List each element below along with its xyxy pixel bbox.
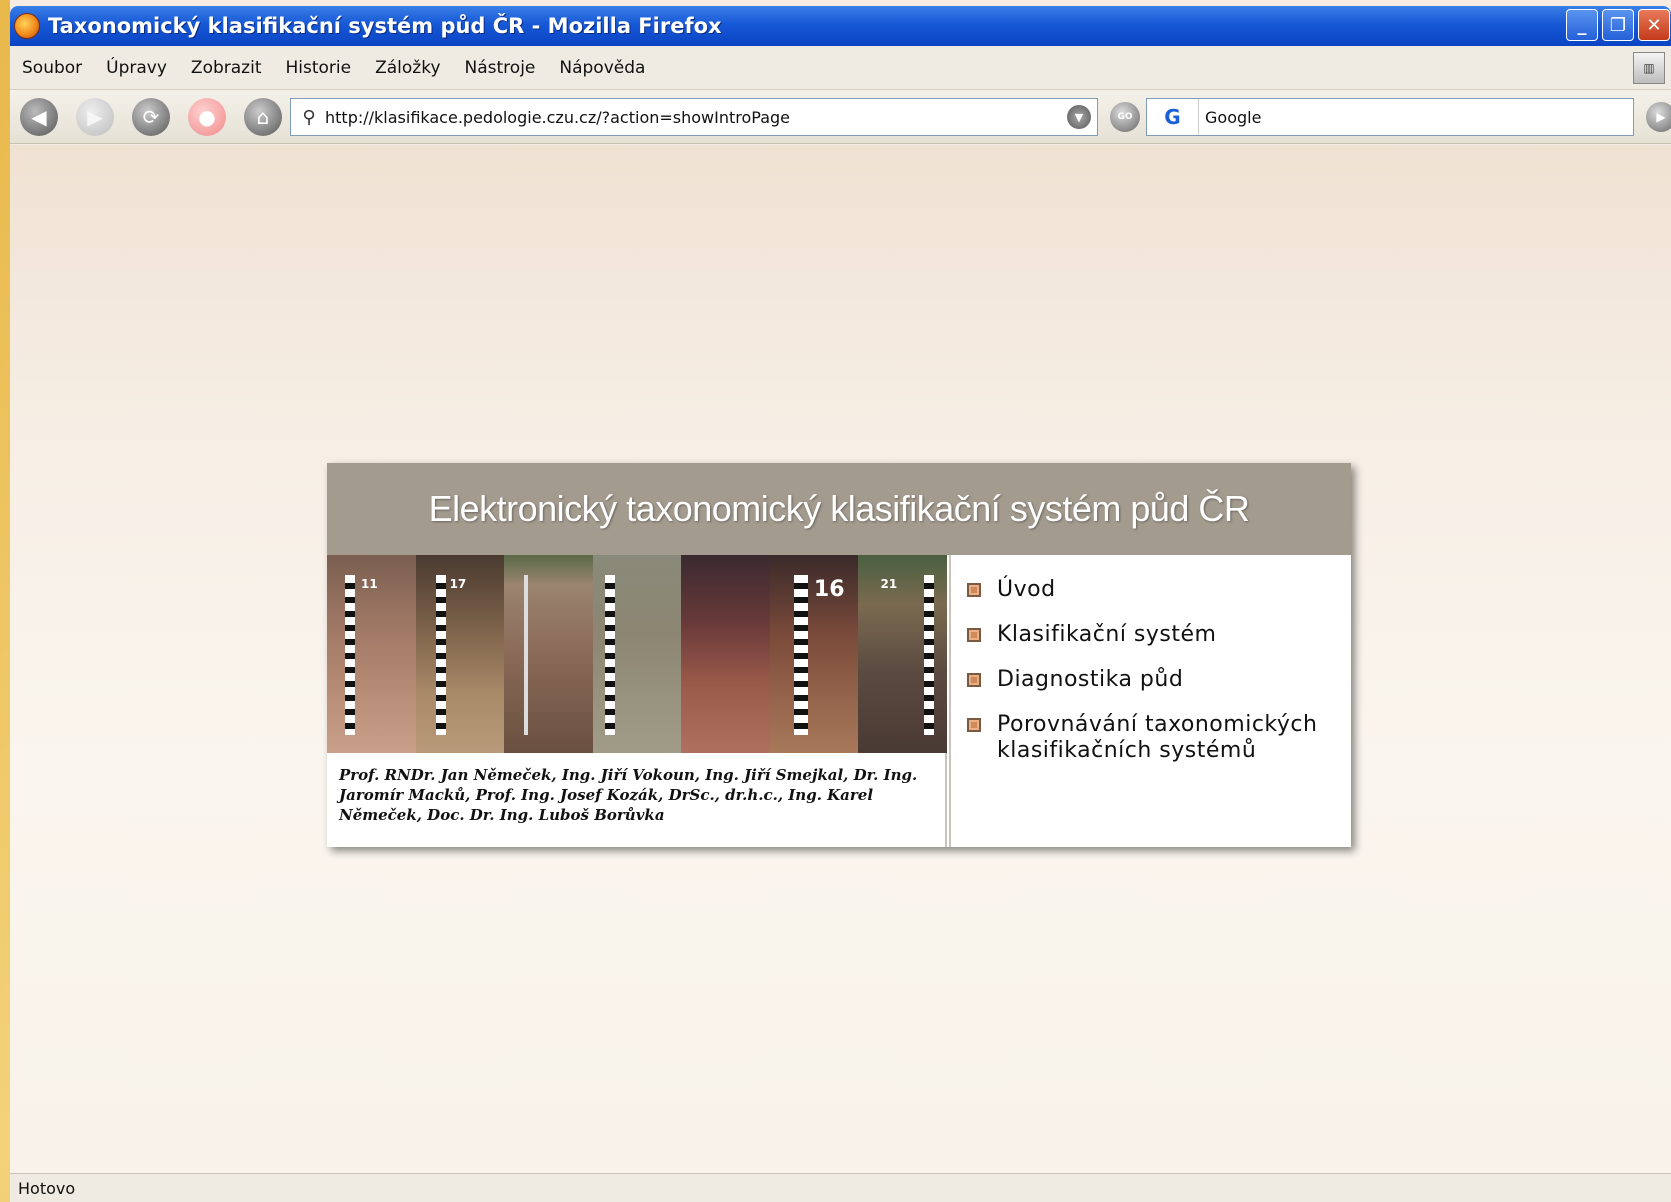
menu-link-klasifikacni-system[interactable]: Klasifikační systém [967, 622, 1351, 648]
soil-profile-photo: 17 [415, 555, 505, 753]
page-title: Elektronický taxonomický klasifikační sy… [428, 488, 1250, 529]
status-text: Hotovo [18, 1178, 76, 1198]
menu-historie[interactable]: Historie [285, 58, 351, 78]
menu-nastroje[interactable]: Nástroje [465, 58, 536, 78]
search-engine-icon[interactable]: G [1147, 99, 1199, 135]
bullet-icon [967, 718, 981, 732]
reload-button[interactable]: ⟳ [132, 98, 170, 136]
menu-zobrazit[interactable]: Zobrazit [191, 58, 262, 78]
menu-link-label[interactable]: Diagnostika půd [997, 667, 1183, 693]
menu-zalozky[interactable]: Záložky [375, 58, 440, 78]
status-bar: Hotovo [10, 1173, 1671, 1202]
soil-profile-photo [504, 555, 593, 753]
soil-profile-number: 11 [361, 577, 378, 591]
menu-soubor[interactable]: Soubor [22, 58, 82, 78]
soil-profile-photo: 16 [769, 555, 859, 753]
home-button[interactable]: ⌂ [244, 98, 282, 136]
search-bar[interactable]: G Google [1146, 98, 1634, 136]
soil-profile-number: 16 [813, 577, 845, 602]
window-title: Taxonomický klasifikační systém půd ČR -… [48, 14, 722, 38]
soil-profile-photo: 11 [327, 555, 416, 753]
menu-link-diagnostika-pud[interactable]: Diagnostika půd [967, 667, 1351, 693]
url-input[interactable]: http://klasifikace.pedologie.czu.cz/?act… [325, 108, 1067, 127]
minimize-button[interactable]: _ [1566, 9, 1598, 41]
soil-profiles-image: 11 17 16 21 [327, 555, 947, 753]
restore-button[interactable]: ❐ [1602, 9, 1634, 41]
soil-profile-number: 21 [880, 577, 898, 591]
bullet-icon [967, 628, 981, 642]
menu-link-label[interactable]: Klasifikační systém [997, 622, 1216, 648]
throbber-icon: ▥ [1633, 52, 1665, 84]
back-button[interactable]: ◀ [20, 98, 58, 136]
bullet-icon [967, 583, 981, 597]
url-dropdown-icon[interactable]: ▼ [1067, 105, 1091, 129]
authors-text: Prof. RNDr. Jan Němeček, Ing. Jiří Vokou… [327, 753, 947, 847]
panel-header: Elektronický taxonomický klasifikační sy… [327, 463, 1351, 555]
browser-window: Taxonomický klasifikační systém půd ČR -… [10, 0, 1671, 1202]
page-content: Elektronický taxonomický klasifikační sy… [10, 145, 1671, 1173]
forward-button[interactable]: ▶ [76, 98, 114, 136]
menu-link-porovnavani[interactable]: Porovnávání taxonomických klasifikačních… [967, 712, 1351, 764]
title-bar[interactable]: Taxonomický klasifikační systém půd ČR -… [10, 6, 1671, 46]
url-bar[interactable]: ⚲ http://klasifikace.pedologie.czu.cz/?a… [290, 98, 1098, 136]
search-input[interactable]: Google [1205, 108, 1261, 127]
page-icon: ⚲ [302, 106, 316, 128]
menu-link-uvod[interactable]: Úvod [967, 577, 1351, 603]
menu-napoveda[interactable]: Nápověda [559, 58, 645, 78]
soil-profile-photo [681, 555, 770, 753]
firefox-logo-icon [14, 13, 40, 39]
menu-bar: Soubor Úpravy Zobrazit Historie Záložky … [10, 46, 1671, 90]
intro-panel: Elektronický taxonomický klasifikační sy… [327, 463, 1351, 847]
bullet-icon [967, 673, 981, 687]
menu-link-label[interactable]: Úvod [997, 577, 1056, 603]
close-button[interactable]: ✕ [1638, 9, 1670, 41]
go-button[interactable]: GO [1110, 102, 1140, 132]
soil-profile-photo: 21 [858, 555, 947, 753]
menu-upravy[interactable]: Úpravy [106, 58, 167, 78]
soil-profile-number: 17 [449, 577, 467, 591]
intro-menu: Úvod Klasifikační systém Diagnostika půd… [949, 555, 1351, 847]
search-go-button[interactable]: ▶ [1646, 102, 1671, 132]
menu-link-label[interactable]: Porovnávání taxonomických klasifikačních… [997, 712, 1351, 764]
soil-profile-photo [592, 555, 682, 753]
navigation-toolbar: ◀ ▶ ⟳ ● ⌂ ⚲ http://klasifikace.pedologie… [10, 90, 1671, 144]
stop-button[interactable]: ● [188, 98, 226, 136]
